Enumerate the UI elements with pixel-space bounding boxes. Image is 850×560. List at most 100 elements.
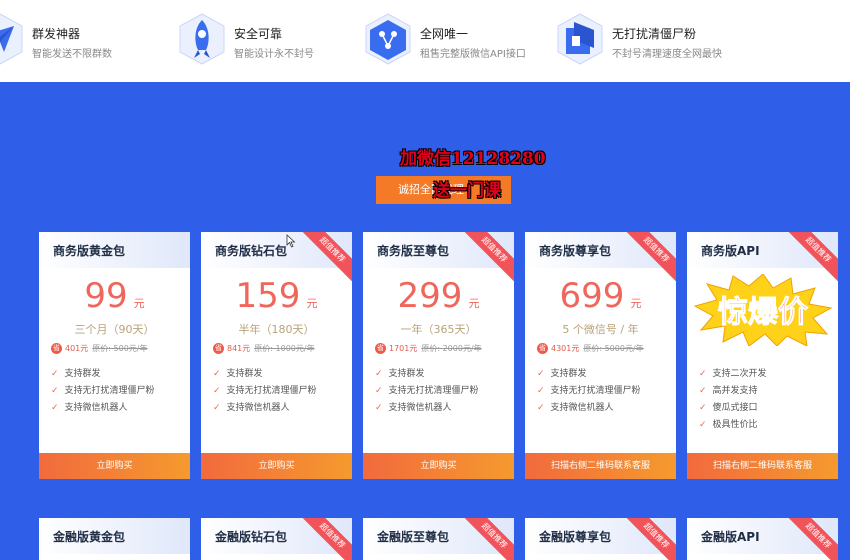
card-title: 金融版黄金包: [53, 530, 126, 544]
save-amount: 401元: [65, 344, 89, 353]
promo-wechat-text: 加微信12128280: [400, 149, 546, 169]
price-value: 159: [235, 276, 301, 316]
check-icon: ✓: [537, 386, 545, 396]
card-title: 商务版黄金包: [53, 244, 126, 258]
check-icon: ✓: [375, 386, 383, 396]
original-price: 原价: 2000元/年: [421, 344, 482, 353]
feature-title: 群发神器: [32, 27, 81, 41]
feature-item: ✓ 支持微信机器人: [537, 400, 641, 417]
pricing-card: 金融版至尊包 超值推荐: [363, 518, 514, 560]
card-saving: 省 1701元 原价: 2000元/年: [375, 343, 482, 354]
feature-text: 高并发支持: [712, 386, 758, 396]
check-icon: ✓: [51, 386, 59, 396]
card-price: 159 元: [201, 276, 352, 316]
pricing-card: 金融版API 超值推荐: [687, 518, 838, 560]
card-price: 299 元: [363, 276, 514, 316]
original-price: 原价: 5000元/年: [583, 344, 644, 353]
card-title: 金融版API: [701, 530, 760, 544]
buy-button[interactable]: 立即购买: [39, 453, 190, 479]
card-title: 金融版至尊包: [377, 530, 450, 544]
check-icon: ✓: [375, 403, 383, 413]
check-icon: ✓: [537, 403, 545, 413]
feature-text: 支持微信机器人: [64, 403, 128, 413]
feature-title: 全网唯一: [420, 27, 469, 41]
feature-list: ✓ 支持二次开发 ✓ 高并发支持 ✓ 傻瓜式接口 ✓ 极具性价比: [699, 366, 767, 434]
shield-sweep-icon: [557, 13, 603, 65]
card-saving: 省 841元 原价: 1000元/年: [213, 343, 315, 354]
contact-service-button[interactable]: 扫描右侧二维码联系客服: [687, 453, 838, 479]
check-icon: ✓: [213, 369, 221, 379]
starburst-icon: 惊爆价: [693, 274, 833, 346]
pricing-card: 金融版尊享包 超值推荐: [525, 518, 676, 560]
price-unit: 元: [306, 297, 318, 310]
card-period: 5 个微信号 / 年: [562, 323, 639, 336]
feature-item: ✓ 支持无打扰清理僵尸粉: [213, 383, 317, 400]
burst-text: 惊爆价: [718, 295, 808, 330]
feature-item: ✓ 支持微信机器人: [213, 400, 317, 417]
feature-desc: 不封号清理速度全网最快: [612, 49, 722, 60]
original-price: 原价: 500元/年: [92, 344, 148, 353]
feature-item: ✓ 支持群发: [375, 366, 479, 383]
feature-text: 支持微信机器人: [226, 403, 290, 413]
feature-text: 支持群发: [550, 369, 587, 379]
card-saving: 省 401元 原价: 500元/年: [51, 343, 147, 354]
feature-text: 支持无打扰清理僵尸粉: [226, 386, 317, 396]
check-icon: ✓: [537, 369, 545, 379]
feature-item: ✓ 支持群发: [537, 366, 641, 383]
feature-title: 无打扰清僵尸粉: [612, 27, 697, 41]
save-badge-icon: 省: [51, 343, 62, 354]
feature-desc: 智能发送不限群数: [32, 49, 112, 60]
pricing-card: 商务版API 超值推荐 惊爆价 ✓ 支持二次开发 ✓ 高并发支持 ✓ 傻瓜式接口 ✓ 极…: [687, 232, 838, 479]
feature-text: 支持无打扰清理僵尸粉: [388, 386, 479, 396]
original-price: 原价: 1000元/年: [254, 344, 315, 353]
card-period: 半年（180天）: [238, 323, 315, 336]
pricing-card: 金融版钻石包 超值推荐: [201, 518, 352, 560]
check-icon: ✓: [699, 369, 707, 379]
check-icon: ✓: [213, 386, 221, 396]
pricing-card: 商务版尊享包 超值推荐 699 元 5 个微信号 / 年 省 4301元 原价: 50…: [525, 232, 676, 479]
pricing-card: 金融版黄金包: [39, 518, 190, 560]
feature-list: ✓ 支持群发 ✓ 支持无打扰清理僵尸粉 ✓ 支持微信机器人: [537, 366, 641, 417]
feature-text: 支持群发: [64, 369, 101, 379]
save-amount: 4301元: [551, 344, 580, 353]
feature-text: 傻瓜式接口: [712, 403, 758, 413]
price-unit: 元: [630, 297, 642, 310]
feature-item: ✓ 支持群发: [51, 366, 155, 383]
feature-item: ✓ 极具性价比: [699, 417, 767, 434]
feature-list: ✓ 支持群发 ✓ 支持无打扰清理僵尸粉 ✓ 支持微信机器人: [51, 366, 155, 417]
feature-item: ✓ 支持群发: [213, 366, 317, 383]
price-value: 299: [397, 276, 463, 316]
card-price: 699 元: [525, 276, 676, 316]
feature-text: 支持微信机器人: [550, 403, 614, 413]
feature-list: ✓ 支持群发 ✓ 支持无打扰清理僵尸粉 ✓ 支持微信机器人: [213, 366, 317, 417]
feature-text: 支持无打扰清理僵尸粉: [64, 386, 155, 396]
save-badge-icon: 省: [213, 343, 224, 354]
card-saving: 省 4301元 原价: 5000元/年: [537, 343, 644, 354]
pricing-card: 商务版至尊包 超值推荐 299 元 一年（365天） 省 1701元 原价: 2000…: [363, 232, 514, 479]
feature-desc: 智能设计永不封号: [234, 49, 314, 60]
contact-service-button[interactable]: 扫描右侧二维码联系客服: [525, 453, 676, 479]
card-title: 金融版尊享包: [539, 530, 612, 544]
save-amount: 1701元: [389, 344, 418, 353]
mouse-cursor-icon: [286, 234, 296, 248]
feature-item: ✓ 支持无打扰清理僵尸粉: [51, 383, 155, 400]
card-title: 金融版钻石包: [215, 530, 288, 544]
price-value: 699: [559, 276, 625, 316]
check-icon: ✓: [375, 369, 383, 379]
feature-desc: 租售完整版微信API接口: [420, 49, 526, 60]
feature-text: 支持二次开发: [712, 369, 767, 379]
check-icon: ✓: [699, 420, 707, 430]
feature-text: 支持微信机器人: [388, 403, 452, 413]
pricing-card: 商务版钻石包 超值推荐 159 元 半年（180天） 省 841元 原价: 1000元…: [201, 232, 352, 479]
card-period: 一年（365天）: [400, 323, 477, 336]
card-title: 商务版钻石包: [215, 244, 288, 258]
save-badge-icon: 省: [537, 343, 548, 354]
check-icon: ✓: [699, 403, 707, 413]
feature-text: 支持群发: [388, 369, 425, 379]
save-badge-icon: 省: [375, 343, 386, 354]
pricing-card: 商务版黄金包 99 元 三个月（90天） 省 401元 原价: 500元/年 ✓ 支持群…: [39, 232, 190, 479]
buy-button[interactable]: 立即购买: [363, 453, 514, 479]
buy-button[interactable]: 立即购买: [201, 453, 352, 479]
feature-item: ✓ 支持无打扰清理僵尸粉: [375, 383, 479, 400]
feature-strip: 群发神器 智能发送不限群数 安全可靠 智能设计永不封号 全网唯一 租售完整版微信…: [0, 0, 850, 82]
